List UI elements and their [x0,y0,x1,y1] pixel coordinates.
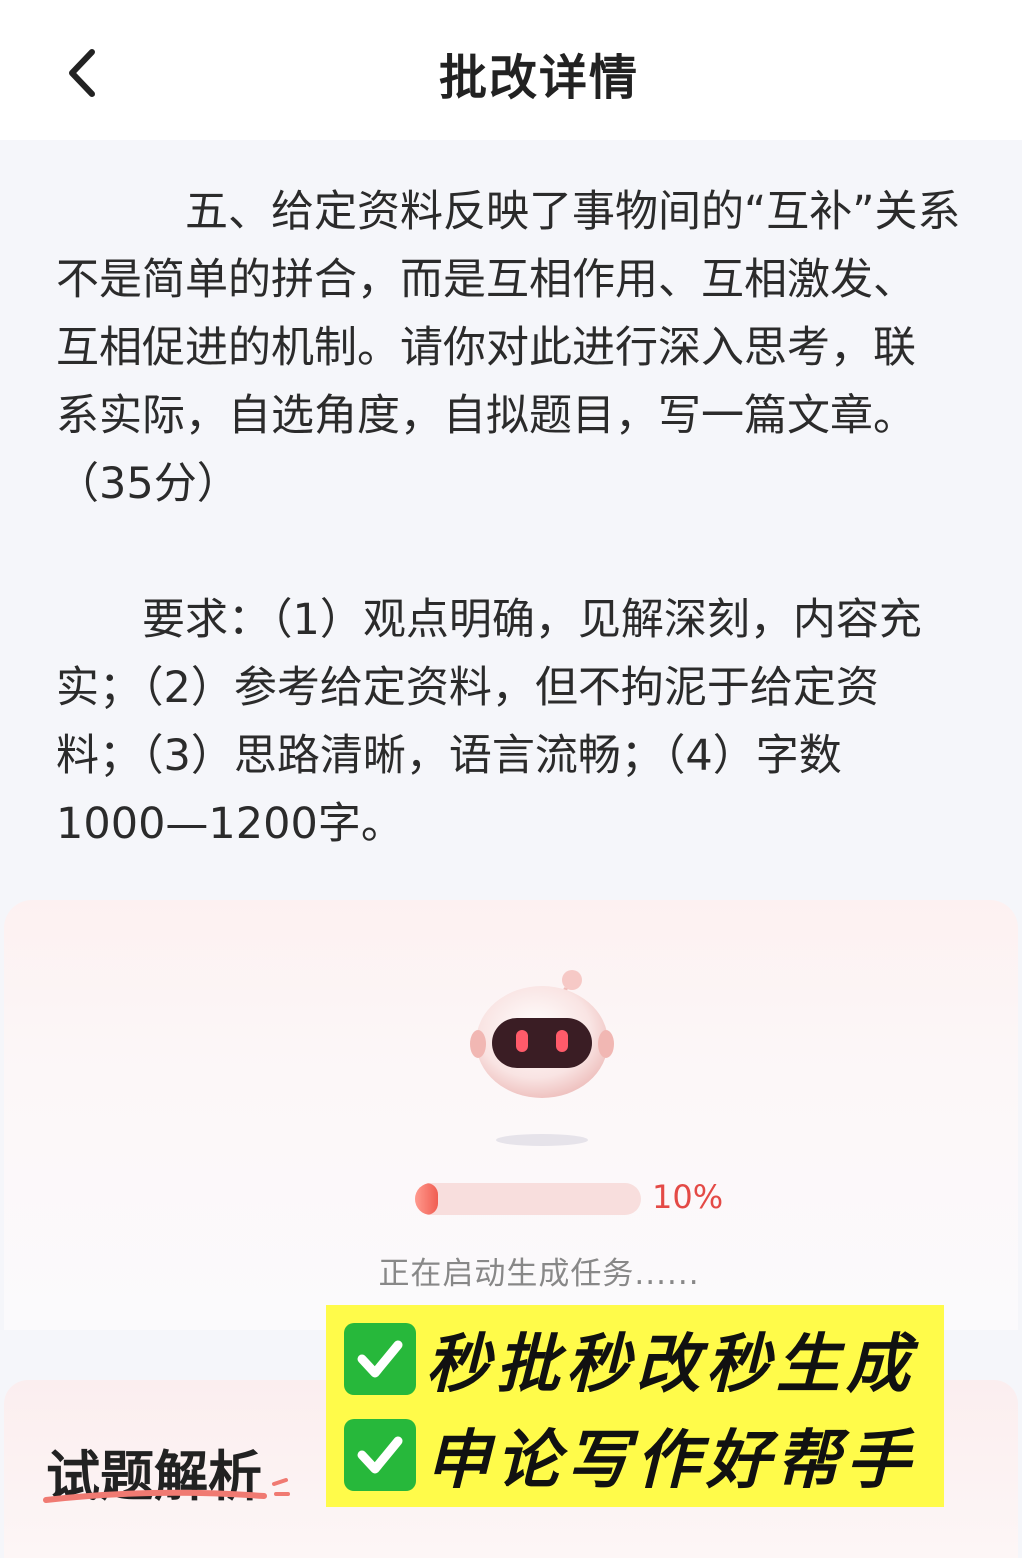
requirement-line: 要求：（1）观点明确，见解深刻，内容充 [56,595,922,645]
title-underline-decoration [43,1478,290,1503]
question-line: 五、给定资料反映了事物间的“互补”关系 [56,187,961,237]
progress-status: 正在启动生成任务...... [378,1256,700,1292]
requirement-line: 1000—1200字。 [56,799,404,849]
checkmark-icon [344,1419,416,1491]
progress-bar [415,1183,641,1215]
checkmark-icon [344,1323,416,1395]
page-title: 批改详情 [438,50,639,106]
app-header: 批改详情 [0,0,1022,140]
requirement-line: 实；（2）参考给定资料，但不拘泥于给定资 [56,663,879,713]
promo-text: 申论写作好帮手 [426,1424,916,1498]
robot-mascot-icon [470,970,614,1146]
question-text: 五、给定资料反映了事物间的“互补”关系 不是简单的拼合，而是互相作用、互相激发、… [56,178,1022,858]
promo-banner: 秒批秒改秒生成 申论写作好帮手 [326,1305,944,1507]
progress-percent: 10% [652,1178,724,1216]
promo-text: 秒批秒改秒生成 [426,1328,916,1402]
requirement-line: 料；（3）思路清晰，语言流畅；（4）字数 [56,731,842,781]
question-line: 不是简单的拼合，而是互相作用、互相激发、 [56,255,916,305]
question-line: 互相促进的机制。请你对此进行深入思考，联 [56,323,916,373]
question-line: 系实际，自选角度，自拟题目，写一篇文章。 [56,391,916,441]
promo-line: 申论写作好帮手 [344,1413,916,1498]
promo-line: 秒批秒改秒生成 [344,1317,916,1402]
question-line: （35分） [56,459,240,509]
